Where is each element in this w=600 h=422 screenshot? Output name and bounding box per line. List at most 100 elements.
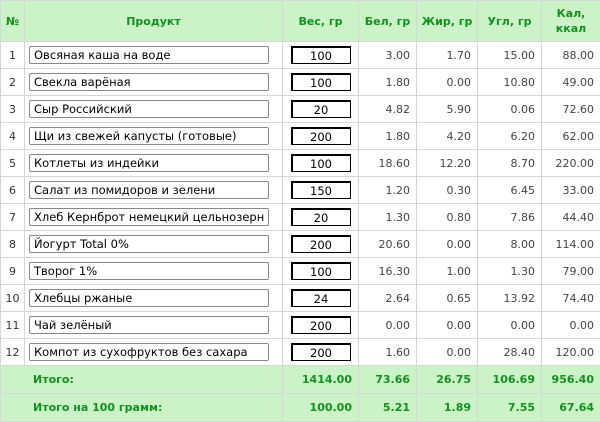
protein-value: 1.80 [358,122,417,150]
carbs-value: 7.86 [477,203,542,231]
kcal-value: 220.00 [541,149,600,177]
fat-value: 0.00 [416,311,478,339]
row-number: 9 [0,257,25,285]
row-number: 1 [0,41,25,69]
table-row: 6 1.200.306.4533.00 [0,176,600,204]
protein-value: 4.82 [358,95,417,123]
per100-protein: 5.21 [358,393,417,422]
table-row: 7 1.300.807.8644.40 [0,203,600,231]
row-number: 2 [0,68,25,96]
header-fat: Жир, гр [416,0,478,42]
header-protein: Бел, гр [358,0,417,42]
kcal-value: 72.60 [541,95,600,123]
product-name-input[interactable] [29,262,269,280]
per100-label: Итого на 100 грамм: [0,393,283,422]
table-row: 4 1.804.206.2062.00 [0,122,600,150]
weight-input[interactable] [290,181,351,199]
weight-input[interactable] [290,316,351,334]
protein-value: 1.30 [358,203,417,231]
header-kcal-line2: ккал [555,22,587,35]
product-name-input[interactable] [29,208,269,226]
carbs-value: 8.70 [477,149,542,177]
header-product: Продукт [24,0,283,42]
table-row: 5 18.6012.208.70220.00 [0,149,600,177]
table-row: 9 16.301.001.3079.00 [0,257,600,285]
fat-value: 0.00 [416,338,478,366]
product-name-input[interactable] [29,343,269,361]
totals-protein: 73.66 [358,365,417,394]
carbs-value: 6.45 [477,176,542,204]
product-name-input[interactable] [29,46,269,64]
per100-row: Итого на 100 грамм: 100.00 5.21 1.89 7.5… [0,393,600,422]
weight-input[interactable] [290,73,351,91]
protein-value: 2.64 [358,284,417,312]
protein-value: 16.30 [358,257,417,285]
protein-value: 3.00 [358,41,417,69]
fat-value: 0.65 [416,284,478,312]
row-number: 10 [0,284,25,312]
weight-input[interactable] [290,343,351,361]
row-number: 7 [0,203,25,231]
fat-value: 5.90 [416,95,478,123]
protein-value: 1.20 [358,176,417,204]
carbs-value: 28.40 [477,338,542,366]
kcal-value: 88.00 [541,41,600,69]
weight-input[interactable] [290,262,351,280]
header-row: № Продукт Вес, гр Бел, гр Жир, гр Угл, г… [0,0,600,42]
product-name-input[interactable] [29,73,269,91]
carbs-value: 6.20 [477,122,542,150]
totals-weight: 1414.00 [282,365,359,394]
table-row: 2 1.800.0010.8049.00 [0,68,600,96]
table-row: 8 20.600.008.00114.00 [0,230,600,258]
table-row: 1 3.001.7015.0088.00 [0,41,600,69]
product-name-input[interactable] [29,289,269,307]
table-footer: Итого: 1414.00 73.66 26.75 106.69 956.40… [0,365,600,422]
row-number: 3 [0,95,25,123]
product-name-input[interactable] [29,127,269,145]
product-name-input[interactable] [29,154,269,172]
row-number: 8 [0,230,25,258]
table-body: 13.001.7015.0088.0021.800.0010.8049.0034… [0,41,600,366]
header-kcal: Кал, ккал [541,0,600,42]
kcal-value: 0.00 [541,311,600,339]
weight-input[interactable] [290,154,351,172]
product-name-input[interactable] [29,181,269,199]
carbs-value: 0.00 [477,311,542,339]
weight-input[interactable] [290,289,351,307]
weight-input[interactable] [290,208,351,226]
fat-value: 0.80 [416,203,478,231]
protein-value: 1.60 [358,338,417,366]
totals-row: Итого: 1414.00 73.66 26.75 106.69 956.40 [0,365,600,394]
row-number: 4 [0,122,25,150]
weight-input[interactable] [290,46,351,64]
totals-carbs: 106.69 [477,365,542,394]
per100-carbs: 7.55 [477,393,542,422]
kcal-value: 44.40 [541,203,600,231]
kcal-value: 62.00 [541,122,600,150]
table-row: 3 4.825.900.0672.60 [0,95,600,123]
fat-value: 4.20 [416,122,478,150]
table-header: № Продукт Вес, гр Бел, гр Жир, гр Угл, г… [0,0,600,42]
kcal-value: 74.40 [541,284,600,312]
fat-value: 0.00 [416,230,478,258]
product-name-input[interactable] [29,235,269,253]
header-num: № [0,0,25,42]
product-name-input[interactable] [29,316,269,334]
header-weight: Вес, гр [282,0,359,42]
protein-value: 1.80 [358,68,417,96]
kcal-value: 33.00 [541,176,600,204]
weight-input[interactable] [290,127,351,145]
per100-fat: 1.89 [416,393,478,422]
kcal-value: 120.00 [541,338,600,366]
carbs-value: 0.06 [477,95,542,123]
fat-value: 1.70 [416,41,478,69]
carbs-value: 13.92 [477,284,542,312]
fat-value: 1.00 [416,257,478,285]
carbs-value: 10.80 [477,68,542,96]
product-name-input[interactable] [29,100,269,118]
fat-value: 0.30 [416,176,478,204]
kcal-value: 79.00 [541,257,600,285]
weight-input[interactable] [290,100,351,118]
weight-input[interactable] [290,235,351,253]
carbs-value: 8.00 [477,230,542,258]
